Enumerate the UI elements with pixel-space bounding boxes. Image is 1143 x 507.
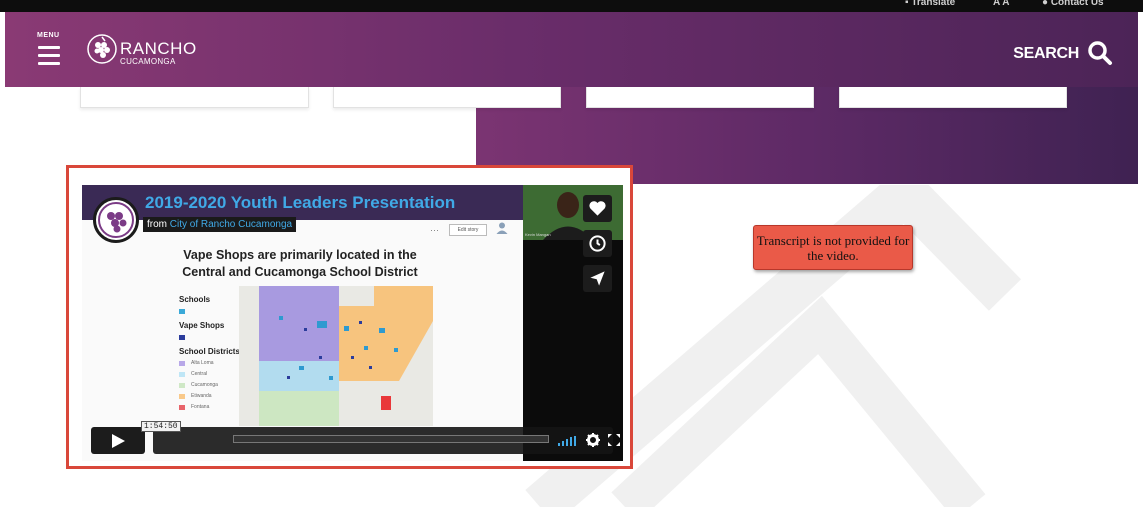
grape-logo-icon: [87, 34, 117, 64]
district-map: [239, 286, 433, 426]
send-icon: [590, 271, 605, 286]
site-header: MENU RANCHO CUCAMONGA SEARCH: [5, 12, 1138, 87]
edit-story-button: Edit story: [449, 224, 487, 236]
channel-link[interactable]: City of Rancho Cucamonga: [170, 219, 292, 230]
nav-card-2[interactable]: [333, 87, 561, 108]
search-button[interactable]: SEARCH: [1003, 40, 1113, 66]
grape-logo-icon: [98, 202, 134, 238]
transcript-note: Transcript is not provided for the video…: [753, 225, 913, 270]
fullscreen-icon[interactable]: [608, 434, 620, 446]
play-icon: [112, 434, 125, 448]
utility-bar: ▪ Translate A A ● Contact Us: [0, 0, 1143, 12]
play-button[interactable]: [91, 427, 145, 454]
menu-button[interactable]: MENU: [35, 32, 63, 76]
video-title[interactable]: 2019-2020 Youth Leaders Presentation: [145, 193, 455, 213]
like-button[interactable]: [583, 195, 612, 222]
progress-bar[interactable]: [233, 435, 549, 443]
user-avatar-icon: [496, 222, 508, 234]
video-slide: ··· Edit story Vape Shops are primarily …: [82, 185, 523, 461]
watch-later-button[interactable]: [583, 230, 612, 257]
translate-label: Translate: [911, 0, 956, 8]
share-button[interactable]: [583, 265, 612, 292]
text-size-toggle[interactable]: A A: [993, 0, 1009, 8]
nav-card-1[interactable]: [80, 87, 309, 108]
menu-label: MENU: [37, 32, 60, 39]
video-controls: vimeo: [153, 427, 620, 454]
contact-label: Contact Us: [1050, 0, 1104, 8]
hamburger-icon: [38, 46, 60, 49]
timestamp-tooltip: 1:54:50: [141, 421, 181, 432]
volume-icon[interactable]: [558, 436, 578, 446]
translate-link[interactable]: ▪ Translate: [905, 0, 955, 8]
logo-text-rancho: RANCHO: [120, 39, 197, 58]
heart-icon: [589, 201, 606, 216]
search-label: SEARCH: [1013, 45, 1079, 62]
search-icon: [1088, 41, 1112, 65]
logo-text-cucamonga: CUCAMONGA: [120, 57, 176, 66]
nav-card-4[interactable]: [839, 87, 1067, 108]
channel-avatar[interactable]: [93, 197, 139, 243]
clock-icon: [589, 235, 606, 252]
video-byline: from City of Rancho Cucamonga: [143, 217, 297, 232]
city-logo[interactable]: RANCHO CUCAMONGA: [87, 32, 197, 72]
presenter-name: Kevin Mangan: [525, 232, 551, 237]
video-embed-frame: ··· Edit story Vape Shops are primarily …: [66, 165, 633, 469]
slide-heading: Vape Shops are primarily located in the …: [182, 248, 418, 279]
settings-icon[interactable]: [586, 433, 600, 447]
nav-card-3[interactable]: [586, 87, 814, 108]
video-player[interactable]: ··· Edit story Vape Shops are primarily …: [82, 185, 623, 461]
contact-link[interactable]: ● Contact Us: [1042, 0, 1104, 8]
